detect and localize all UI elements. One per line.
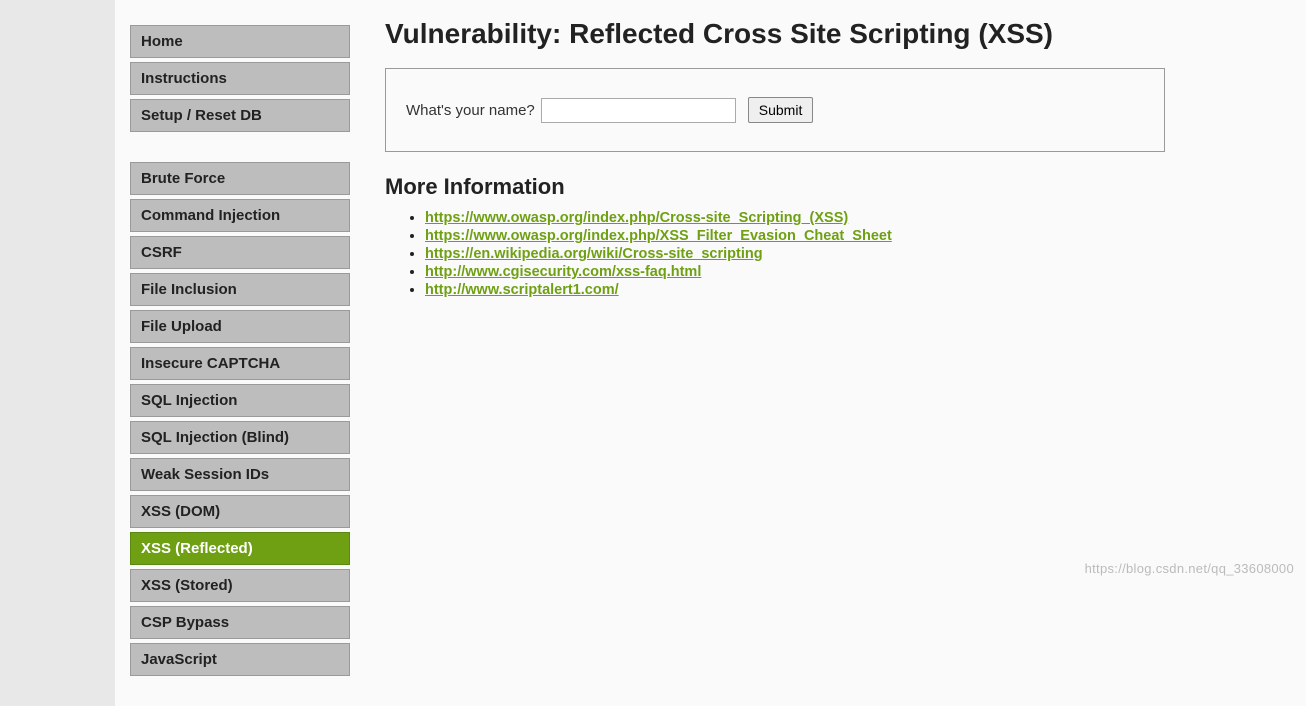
info-list-item: http://www.cgisecurity.com/xss-faq.html [425, 264, 1165, 280]
more-info-heading: More Information [385, 174, 1165, 200]
info-list-item: https://en.wikipedia.org/wiki/Cross-site… [425, 246, 1165, 262]
main-content: Vulnerability: Reflected Cross Site Scri… [355, 0, 1195, 706]
vulnerability-form-box: What's your name? Submit [385, 68, 1165, 152]
nav-instructions[interactable]: Instructions [130, 62, 350, 95]
nav-insecure-captcha[interactable]: Insecure CAPTCHA [130, 347, 350, 380]
nav-csp-bypass[interactable]: CSP Bypass [130, 606, 350, 639]
nav-sql-injection[interactable]: SQL Injection [130, 384, 350, 417]
name-label: What's your name? [406, 102, 535, 119]
nav-csrf[interactable]: CSRF [130, 236, 350, 269]
info-link[interactable]: https://www.owasp.org/index.php/Cross-si… [425, 210, 848, 226]
info-list-item: http://www.scriptalert1.com/ [425, 282, 1165, 298]
info-link[interactable]: http://www.cgisecurity.com/xss-faq.html [425, 264, 701, 280]
nav-sql-injection-blind[interactable]: SQL Injection (Blind) [130, 421, 350, 454]
name-input[interactable] [541, 98, 736, 123]
info-link[interactable]: http://www.scriptalert1.com/ [425, 282, 619, 298]
submit-button[interactable]: Submit [748, 97, 814, 123]
nav-brute-force[interactable]: Brute Force [130, 162, 350, 195]
nav-xss-dom[interactable]: XSS (DOM) [130, 495, 350, 528]
nav-home[interactable]: Home [130, 25, 350, 58]
nav-file-upload[interactable]: File Upload [130, 310, 350, 343]
info-link[interactable]: https://en.wikipedia.org/wiki/Cross-site… [425, 246, 763, 262]
info-link[interactable]: https://www.owasp.org/index.php/XSS_Filt… [425, 228, 892, 244]
more-info-list: https://www.owasp.org/index.php/Cross-si… [385, 210, 1165, 298]
page-title: Vulnerability: Reflected Cross Site Scri… [385, 18, 1165, 50]
watermark-text: https://blog.csdn.net/qq_33608000 [1085, 561, 1294, 576]
nav-xss-stored[interactable]: XSS (Stored) [130, 569, 350, 602]
nav-group-vulnerabilities: Brute ForceCommand InjectionCSRFFile Inc… [130, 162, 340, 676]
sidebar-nav: HomeInstructionsSetup / Reset DB Brute F… [115, 0, 355, 706]
nav-file-inclusion[interactable]: File Inclusion [130, 273, 350, 306]
nav-setup-reset-db[interactable]: Setup / Reset DB [130, 99, 350, 132]
info-list-item: https://www.owasp.org/index.php/Cross-si… [425, 210, 1165, 226]
nav-xss-reflected[interactable]: XSS (Reflected) [130, 532, 350, 565]
info-list-item: https://www.owasp.org/index.php/XSS_Filt… [425, 228, 1165, 244]
nav-weak-session-ids[interactable]: Weak Session IDs [130, 458, 350, 491]
nav-group-general: HomeInstructionsSetup / Reset DB [130, 25, 340, 132]
nav-command-injection[interactable]: Command Injection [130, 199, 350, 232]
form-row: What's your name? Submit [406, 97, 1144, 123]
nav-javascript[interactable]: JavaScript [130, 643, 350, 676]
